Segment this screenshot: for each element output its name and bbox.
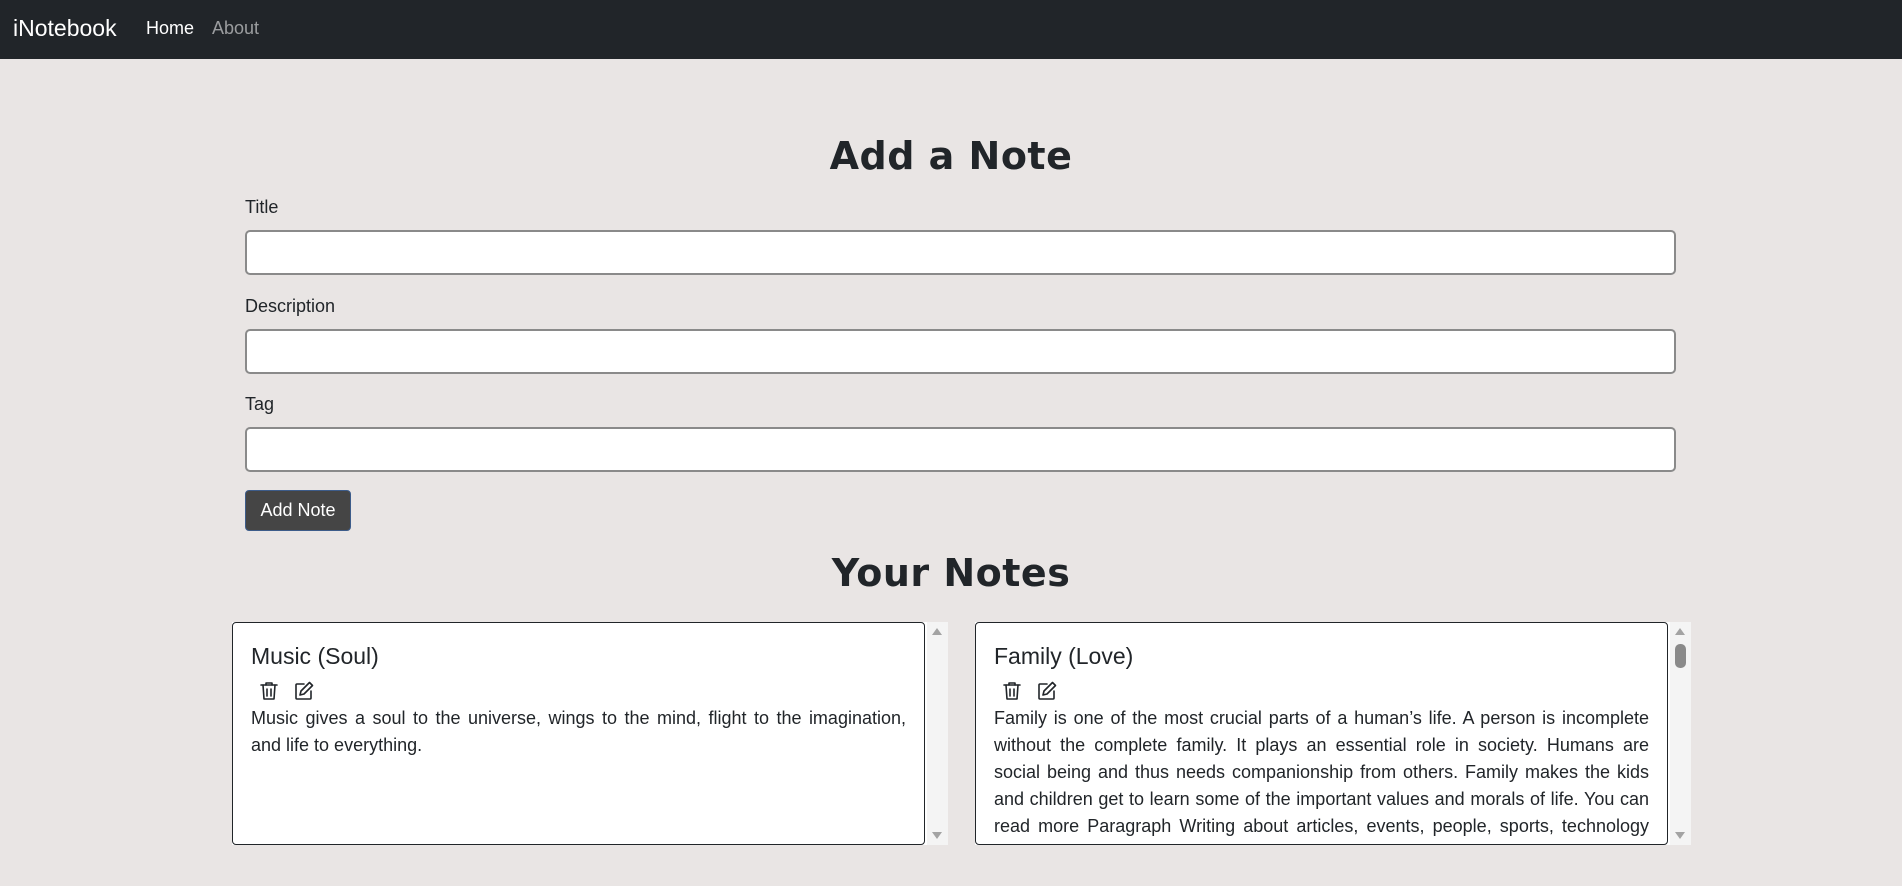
note-description: Music gives a soul to the universe, wing…	[251, 708, 906, 755]
title-label: Title	[245, 197, 279, 217]
add-note-heading: Add a Note	[829, 134, 1073, 178]
scrollbar-thumb[interactable]	[1675, 644, 1686, 668]
tag-label: Tag	[245, 394, 275, 414]
scroll-down-arrow-icon[interactable]	[1675, 832, 1685, 839]
brand-link[interactable]: iNotebook	[13, 13, 117, 43]
note-title: Music (Soul)	[251, 643, 379, 669]
scroll-up-arrow-icon[interactable]	[932, 628, 942, 635]
scrollbar[interactable]	[927, 622, 948, 845]
edit-icon[interactable]	[292, 679, 316, 703]
tag-input[interactable]	[245, 427, 1676, 472]
nav-link-home[interactable]: Home	[146, 16, 194, 40]
scroll-up-arrow-icon[interactable]	[1675, 628, 1685, 635]
edit-icon[interactable]	[1035, 679, 1059, 703]
trash-icon[interactable]	[257, 679, 281, 703]
nav-link-about[interactable]: About	[212, 16, 259, 40]
your-notes-heading: Your Notes	[831, 551, 1071, 595]
navbar: iNotebook Home About	[0, 0, 1902, 59]
title-input[interactable]	[245, 230, 1676, 275]
description-input[interactable]	[245, 329, 1676, 374]
scroll-down-arrow-icon[interactable]	[932, 832, 942, 839]
note-description: Family is one of the most crucial parts …	[994, 708, 1649, 844]
add-note-button[interactable]: Add Note	[245, 490, 351, 531]
note-card: Family (Love) Family is one of the most …	[975, 622, 1668, 845]
trash-icon[interactable]	[1000, 679, 1024, 703]
description-label: Description	[245, 296, 336, 316]
scrollbar[interactable]	[1670, 622, 1691, 845]
note-title: Family (Love)	[994, 643, 1134, 669]
note-card-scroll-container[interactable]: Family (Love) Family is one of the most …	[975, 622, 1691, 845]
note-card: Music (Soul) Music gives a soul to the u…	[232, 622, 925, 845]
note-card-scroll-container[interactable]: Music (Soul) Music gives a soul to the u…	[232, 622, 948, 845]
